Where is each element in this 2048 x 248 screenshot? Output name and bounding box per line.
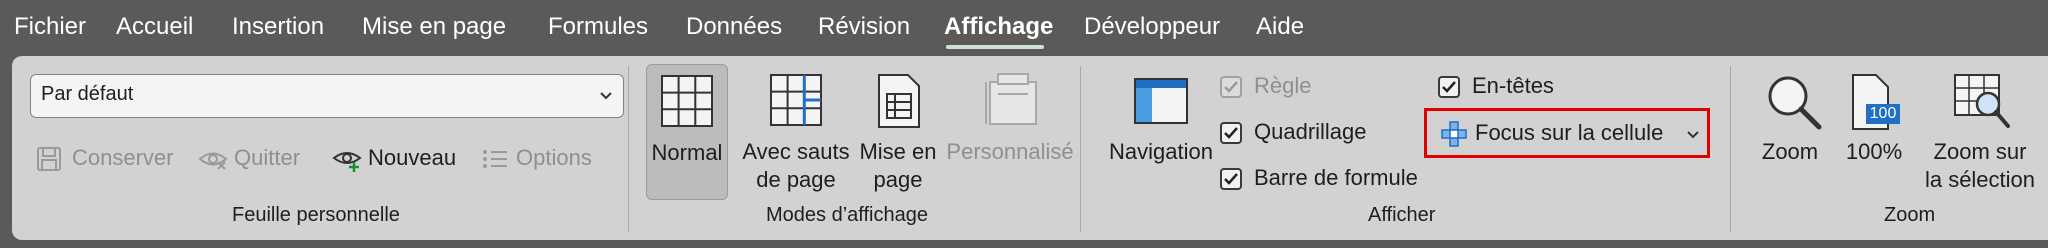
new-label: Nouveau <box>368 145 457 170</box>
magnifier-icon <box>1766 74 1822 135</box>
page-break-icon <box>770 74 822 131</box>
custom-views-button[interactable]: Personnalisé <box>940 64 1080 200</box>
custom-views-label: Personnalisé <box>946 139 1074 164</box>
gridlines-checkbox[interactable] <box>1220 122 1242 144</box>
group-label-workbook-views: Modes d’affichage <box>766 204 928 226</box>
normal-view-button[interactable]: Normal <box>646 64 728 200</box>
ruler-label: Règle <box>1254 73 1312 98</box>
tab-affichage[interactable]: Affichage <box>944 12 1053 42</box>
navigation-label: Navigation <box>1109 139 1213 164</box>
sheet-view-dropdown[interactable]: Par défaut <box>30 74 624 118</box>
page-break-preview-button[interactable]: Avec sauts de page <box>734 64 858 200</box>
focus-cell-button[interactable]: Focus sur la cellule <box>1424 108 1710 158</box>
formula-bar-checkbox[interactable] <box>1220 168 1242 190</box>
headings-label: En-têtes <box>1472 73 1554 98</box>
page-break-label-line2: de page <box>756 167 836 192</box>
page-layout-label-line2: page <box>873 167 923 192</box>
zoom-to-selection-button[interactable]: Zoom sur la sélection <box>1912 64 2048 200</box>
zoom-selection-icon <box>1954 74 2010 135</box>
chevron-down-icon <box>1687 127 1699 145</box>
tab-fichier[interactable]: Fichier <box>14 12 86 42</box>
grid-icon <box>661 75 713 132</box>
list-icon <box>482 148 508 175</box>
zoom-100-icon-text: 100 <box>1869 105 1897 122</box>
group-separator <box>1080 66 1081 232</box>
eye-close-icon <box>198 148 228 175</box>
tab-developpeur[interactable]: Développeur <box>1084 12 1220 42</box>
headings-checkbox[interactable] <box>1438 76 1460 98</box>
keep-label: Conserver <box>72 145 174 170</box>
focus-cell-label: Focus sur la cellule <box>1475 120 1664 145</box>
group-separator <box>628 66 629 232</box>
formula-bar-label: Barre de formule <box>1254 165 1418 190</box>
zoom-100-button[interactable]: 100 100% <box>1834 64 1914 200</box>
group-label-show: Afficher <box>1368 204 1436 226</box>
active-tab-indicator <box>946 45 1044 49</box>
tab-formules[interactable]: Formules <box>548 12 648 42</box>
navigation-pane-icon <box>1134 78 1188 129</box>
zoom-selection-label-line1: Zoom sur <box>1933 139 2027 164</box>
page-layout-icon <box>878 74 920 133</box>
group-label-zoom: Zoom <box>1884 204 1936 226</box>
chevron-down-icon <box>599 89 613 107</box>
zoom-label: Zoom <box>1761 139 1819 164</box>
sheet-view-dropdown-value: Par défaut <box>41 83 134 105</box>
tab-donnees[interactable]: Données <box>686 12 782 42</box>
page-layout-label-line1: Mise en <box>859 139 937 164</box>
ruler-checkbox[interactable] <box>1220 76 1242 98</box>
navigation-button[interactable]: Navigation <box>1094 64 1228 200</box>
tab-revision[interactable]: Révision <box>818 12 910 42</box>
menu-tab-bar: Fichier Accueil Insertion Mise en page F… <box>0 0 2048 56</box>
ribbon: Par défaut Conserver Quitter Nouveau Opt… <box>12 56 2048 240</box>
gridlines-label: Quadrillage <box>1254 119 1367 144</box>
tab-mise-en-page[interactable]: Mise en page <box>362 12 506 42</box>
exit-label: Quitter <box>234 145 301 170</box>
zoom-button[interactable]: Zoom <box>1748 64 1832 200</box>
zoom-100-label: 100% <box>1845 139 1903 164</box>
group-separator <box>1730 66 1731 232</box>
zoom-100-icon: 100 <box>1852 74 1902 130</box>
zoom-selection-label-line2: la sélection <box>1924 167 2036 192</box>
tab-insertion[interactable]: Insertion <box>232 12 324 42</box>
tab-accueil[interactable]: Accueil <box>116 12 193 42</box>
save-icon <box>36 146 62 177</box>
page-break-label-line1: Avec sauts <box>742 139 850 164</box>
tab-aide[interactable]: Aide <box>1256 12 1304 42</box>
custom-views-icon <box>984 72 1038 131</box>
normal-label: Normal <box>651 140 723 165</box>
options-label: Options <box>516 145 592 170</box>
group-label-sheet-view: Feuille personnelle <box>232 204 400 226</box>
focus-cell-icon <box>1441 121 1467 152</box>
page-layout-button[interactable]: Mise en page <box>848 64 948 200</box>
eye-add-icon <box>332 148 362 177</box>
